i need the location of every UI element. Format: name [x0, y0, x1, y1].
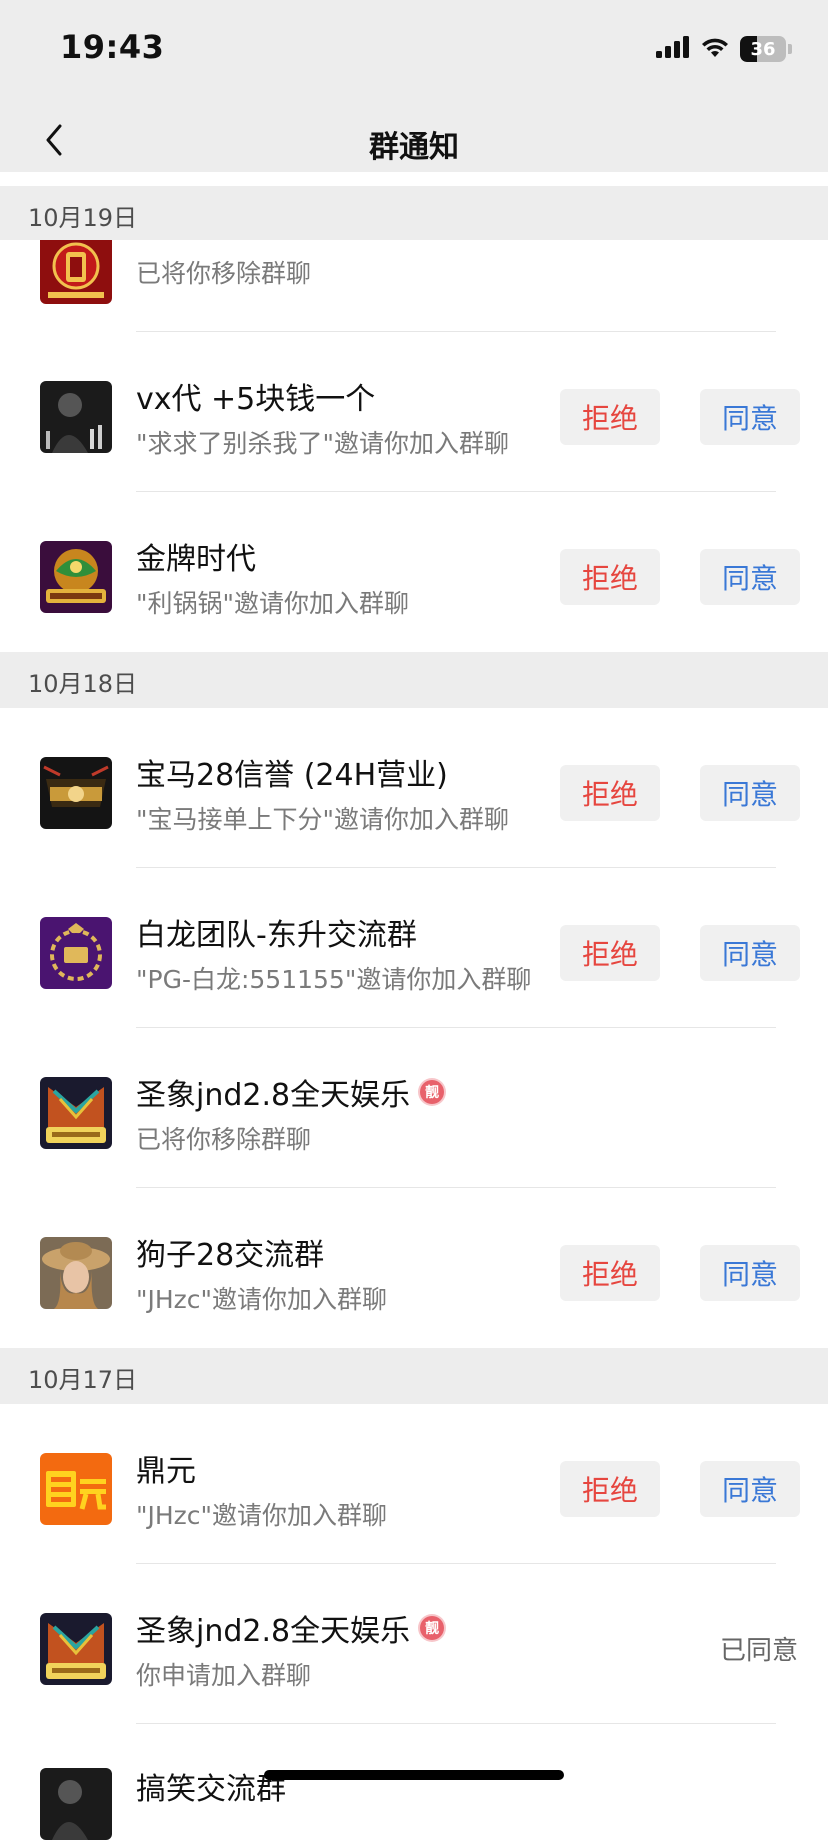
orange-dingyuan-avatar: [40, 1453, 112, 1525]
reject-button[interactable]: 拒绝: [560, 1461, 660, 1517]
notice-description: "PG-白龙:551155"邀请你加入群聊: [136, 965, 532, 994]
notification-row[interactable]: vx代 +5块钱一个 "求求了别杀我了"邀请你加入群聊 拒绝 同意: [0, 332, 828, 492]
notice-description: "求求了别杀我了"邀请你加入群聊: [136, 429, 509, 458]
title-line: 白龙团队-东升交流群: [136, 910, 417, 954]
title-line: 鼎元: [136, 1446, 196, 1490]
accept-button[interactable]: 同意: [700, 1461, 800, 1517]
group-name: 白龙团队-东升交流群: [136, 918, 417, 953]
notice-description: "JHzc"邀请你加入群聊: [136, 1501, 388, 1530]
accept-button[interactable]: 同意: [700, 389, 800, 445]
premium-badge: 靓: [420, 1080, 445, 1104]
wifi-icon: [700, 36, 730, 62]
accepted-status: 已同意: [719, 1636, 798, 1666]
page-title: 群通知: [369, 130, 459, 165]
accept-button[interactable]: 同意: [700, 765, 800, 821]
notification-row[interactable]: 狗子28交流群 "JHzc"邀请你加入群聊 拒绝 同意: [0, 1188, 828, 1348]
section-date: 10月17日: [28, 1366, 138, 1394]
accept-button[interactable]: 同意: [700, 1245, 800, 1301]
date-section-header: 10月17日: [0, 1348, 828, 1404]
status-time: 19:43: [60, 28, 165, 66]
reject-button[interactable]: 拒绝: [560, 925, 660, 981]
group-name: vx代 +5块钱一个: [136, 382, 376, 417]
title-line: vx代 +5块钱一个: [136, 374, 375, 418]
reject-button[interactable]: 拒绝: [560, 549, 660, 605]
notification-row[interactable]: 金牌时代 "利锅锅"邀请你加入群聊 拒绝 同意: [0, 492, 828, 652]
accept-button[interactable]: 同意: [700, 925, 800, 981]
status-icons: 36: [656, 34, 792, 64]
black-gold-logo-avatar: [40, 757, 112, 829]
notice-description: "JHzc"邀请你加入群聊: [136, 1285, 388, 1314]
notification-row[interactable]: 白龙团队-东升交流群 "PG-白龙:551155"邀请你加入群聊 拒绝 同意: [0, 868, 828, 1028]
reject-button[interactable]: 拒绝: [560, 765, 660, 821]
section-date: 10月19日: [28, 204, 138, 232]
title-line: 金牌时代: [136, 534, 256, 578]
notice-description: "利锅锅"邀请你加入群聊: [136, 589, 409, 618]
dark-portrait-avatar: [40, 1768, 112, 1840]
accept-button[interactable]: 同意: [700, 549, 800, 605]
battery-level: 36: [750, 38, 776, 60]
group-name: 搞笑交流群: [136, 1772, 286, 1807]
signal-icon: [656, 36, 690, 62]
group-name: 圣象jnd2.8全天娱乐: [136, 1078, 411, 1113]
colorful-elephant-avatar: [40, 1613, 112, 1685]
purple-laurel-avatar: [40, 917, 112, 989]
notification-row[interactable]: 圣象jnd2.8全天娱乐 靓 你申请加入群聊 已同意: [0, 1564, 828, 1724]
group-name: 宝马28信誉 (24H营业): [136, 758, 448, 793]
battery-tip: [788, 44, 792, 54]
group-name: 鼎元: [136, 1454, 196, 1489]
gold-dragon-avatar: [40, 541, 112, 613]
notification-row[interactable]: 鼎元 "JHzc"邀请你加入群聊 拒绝 同意: [0, 1404, 828, 1564]
notification-row[interactable]: 搞笑交流群: [0, 1724, 828, 1840]
colorful-elephant-avatar: [40, 1077, 112, 1149]
battery-icon: 36: [740, 36, 786, 62]
date-section-header: 10月18日: [0, 652, 828, 708]
group-name: 圣象jnd2.8全天娱乐: [136, 1614, 411, 1649]
notification-row[interactable]: 圣象jnd2.8全天娱乐 靓 已将你移除群聊: [0, 1028, 828, 1188]
group-name: 金牌时代: [136, 542, 256, 577]
notification-row[interactable]: 宝马28信誉 (24H营业) "宝马接单上下分"邀请你加入群聊 拒绝 同意: [0, 708, 828, 868]
straw-hat-portrait-avatar: [40, 1237, 112, 1309]
section-date: 10月18日: [28, 670, 138, 698]
reject-button[interactable]: 拒绝: [560, 1245, 660, 1301]
notice-description: 已将你移除群聊: [136, 259, 312, 288]
red-emblem-avatar: [40, 232, 112, 304]
notice-description: "宝马接单上下分"邀请你加入群聊: [136, 805, 509, 834]
title-line: 宝马28信誉 (24H营业): [136, 750, 448, 794]
title-line: 圣象jnd2.8全天娱乐 靓: [136, 1606, 445, 1650]
home-indicator: [264, 1770, 564, 1780]
reject-button[interactable]: 拒绝: [560, 389, 660, 445]
notice-description: 你申请加入群聊: [136, 1661, 312, 1690]
title-line: 狗子28交流群: [136, 1230, 324, 1274]
premium-badge: 靓: [420, 1616, 445, 1640]
notice-description: 已将你移除群聊: [136, 1125, 312, 1154]
group-name: 狗子28交流群: [136, 1238, 325, 1273]
title-line: 搞笑交流群: [136, 1764, 286, 1808]
dark-portrait-avatar: [40, 381, 112, 453]
status-bar: 19:43 36: [0, 0, 828, 96]
date-section-header-sticky: 10月19日: [0, 186, 828, 240]
title-line: 圣象jnd2.8全天娱乐 靓: [136, 1070, 445, 1114]
